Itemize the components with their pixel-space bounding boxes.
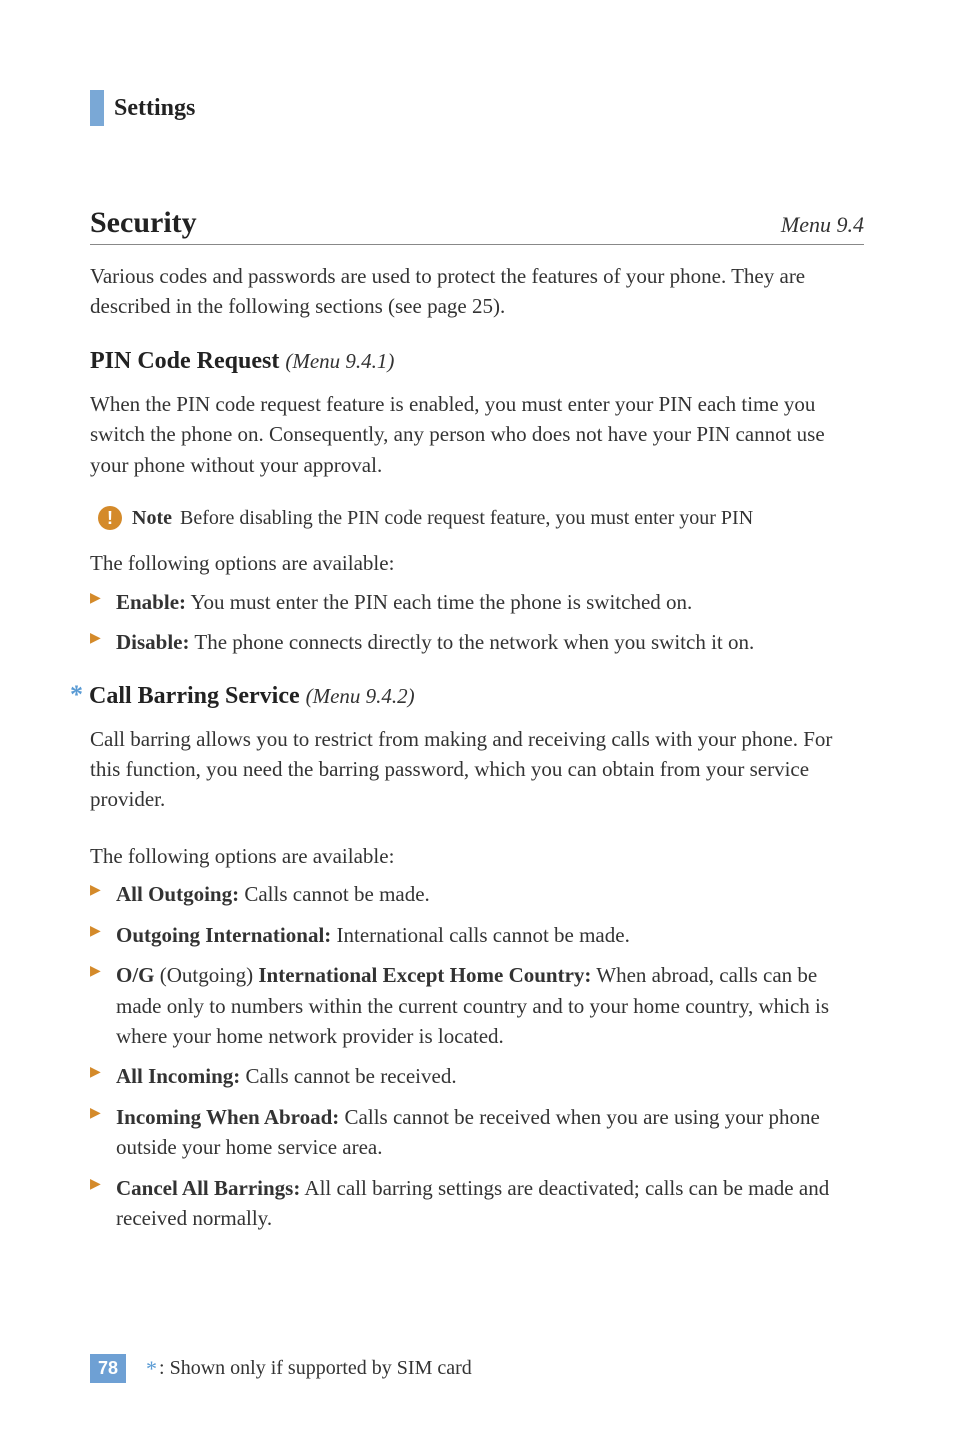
intro-para: Various codes and passwords are used to …	[90, 261, 864, 322]
option-label: All Outgoing:	[116, 882, 239, 906]
section-label: Settings	[114, 95, 195, 122]
option-label: Disable:	[116, 630, 190, 654]
pin-menu-ref: (Menu 9.4.1)	[285, 349, 394, 373]
pin-heading-text: PIN Code Request	[90, 348, 279, 374]
footnote-text: : Shown only if supported by SIM card	[159, 1357, 472, 1380]
list-item: All Outgoing: Calls cannot be made.	[90, 879, 864, 909]
page-title: Security	[90, 206, 197, 240]
option-text: The phone connects directly to the netwo…	[190, 630, 755, 654]
option-label: Outgoing International:	[116, 923, 331, 947]
pin-heading: PIN Code Request (Menu 9.4.1)	[90, 348, 864, 375]
list-item: All Incoming: Calls cannot be received.	[90, 1061, 864, 1091]
list-item: Enable: You must enter the PIN each time…	[90, 587, 864, 617]
list-item: Incoming When Abroad: Calls cannot be re…	[90, 1102, 864, 1163]
option-label: Incoming When Abroad:	[116, 1105, 339, 1129]
footnote-star-icon: *	[146, 1356, 157, 1382]
list-item: Outgoing International: International ca…	[90, 920, 864, 950]
list-item: Cancel All Barrings: All call barring se…	[90, 1173, 864, 1234]
list-item: Disable: The phone connects directly to …	[90, 627, 864, 657]
note-text: Before disabling the PIN code request fe…	[180, 507, 753, 530]
option-label2: International Except Home Country:	[258, 963, 591, 987]
callbar-heading: * Call Barring Service (Menu 9.4.2)	[90, 680, 864, 710]
section-marker: Settings	[90, 90, 864, 126]
option-text: International calls cannot be made.	[331, 923, 630, 947]
alert-icon: !	[98, 506, 122, 530]
option-label: O/G	[116, 963, 155, 987]
title-row: Security Menu 9.4	[90, 206, 864, 245]
note-label: Note	[132, 507, 172, 530]
option-text: Calls cannot be made.	[239, 882, 430, 906]
pin-options-intro: The following options are available:	[90, 548, 864, 578]
option-mid: (Outgoing)	[155, 963, 259, 987]
list-item: O/G (Outgoing) International Except Home…	[90, 960, 864, 1051]
callbar-menu-ref: (Menu 9.4.2)	[306, 684, 415, 709]
option-label: Cancel All Barrings:	[116, 1176, 300, 1200]
note-row: ! Note Before disabling the PIN code req…	[98, 506, 864, 530]
section-bar-icon	[90, 90, 104, 126]
page-number-badge: 78	[90, 1354, 126, 1383]
callbar-para: Call barring allows you to restrict from…	[90, 724, 864, 815]
menu-ref: Menu 9.4	[781, 212, 864, 238]
option-text: Calls cannot be received.	[240, 1064, 456, 1088]
page-footer: 78 * : Shown only if supported by SIM ca…	[90, 1354, 472, 1383]
pin-options-list: Enable: You must enter the PIN each time…	[90, 587, 864, 658]
callbar-options-intro: The following options are available:	[90, 841, 864, 871]
callbar-options-list: All Outgoing: Calls cannot be made. Outg…	[90, 879, 864, 1233]
option-label: Enable:	[116, 590, 186, 614]
callbar-heading-text: Call Barring Service	[89, 683, 300, 710]
star-icon: *	[70, 680, 83, 710]
pin-para: When the PIN code request feature is ena…	[90, 389, 864, 480]
option-text: You must enter the PIN each time the pho…	[186, 590, 692, 614]
option-label: All Incoming:	[116, 1064, 240, 1088]
